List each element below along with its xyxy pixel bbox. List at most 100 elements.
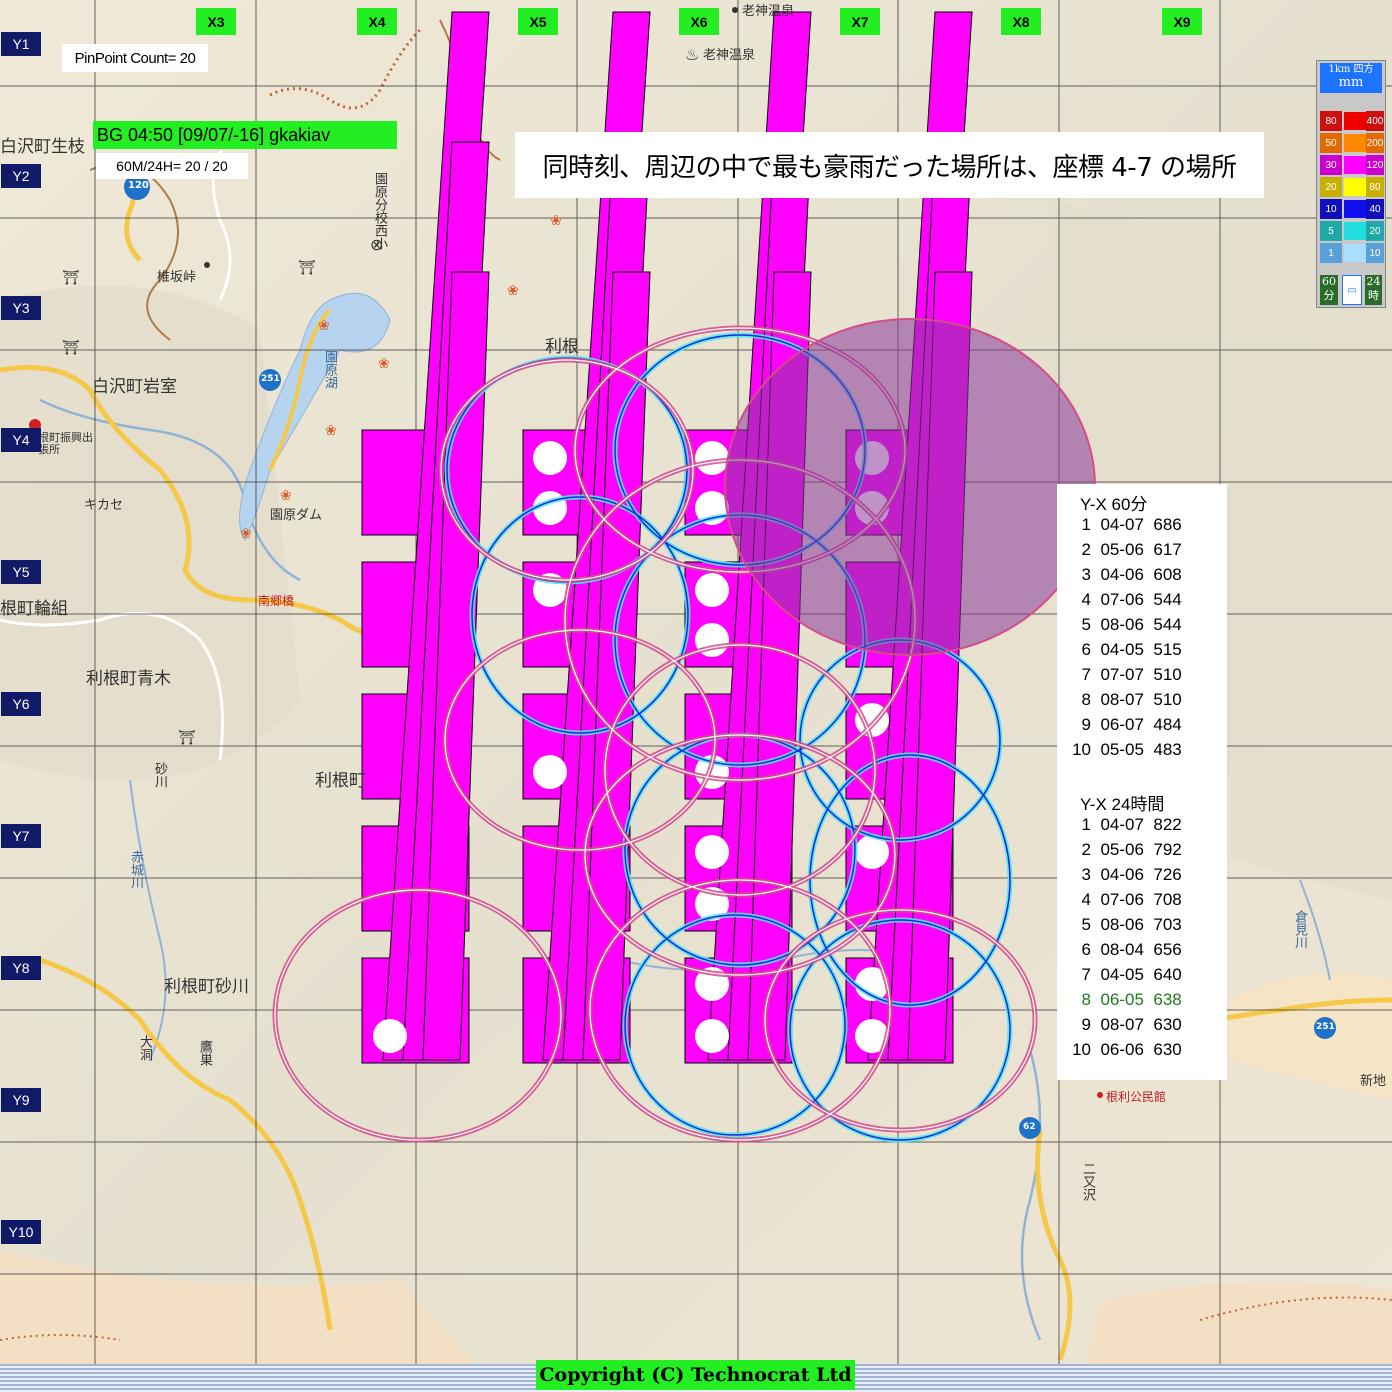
row-header-y4: Y4 [1, 428, 41, 452]
ranking-coord: 06-07 [1091, 715, 1144, 734]
copyright: Copyright (C) Technocrat Ltd [536, 1360, 855, 1390]
headline-banner: 同時刻、周辺の中で最も豪雨だった場所は、座標 4-7 の場所 [515, 132, 1264, 198]
ranking-coord: 05-05 [1091, 740, 1144, 759]
ranking-row: 4 07-06 544 [1071, 590, 1221, 610]
legend-swatch [1344, 112, 1366, 130]
shrine-icon: ⛩ [62, 340, 80, 356]
column-header-x9: X9 [1162, 8, 1202, 35]
ranking-value: 708 [1143, 890, 1182, 909]
shrine-icon: ⛩ [298, 260, 316, 276]
pinpoint [373, 1019, 407, 1053]
place-label: キカセ [84, 498, 124, 513]
shrine-icon: ⛩ [62, 270, 80, 286]
pinpoint [695, 1019, 729, 1053]
ranking-rank: 9 [1081, 1015, 1091, 1034]
place-label: 椎坂峠 [157, 270, 197, 285]
ranking-row: 5 08-06 703 [1071, 915, 1221, 935]
legend-60m-value: 5 [1320, 221, 1342, 241]
column-header-x3: X3 [196, 8, 236, 35]
ranking-coord: 05-06 [1091, 540, 1144, 559]
place-label: 赤城川 [128, 850, 143, 889]
flower-icon: ❀ [550, 213, 562, 229]
poi-icon [1097, 1092, 1103, 1098]
legend-60m-value: 10 [1320, 199, 1342, 219]
place-label: 南郷橋 [258, 594, 295, 608]
legend-60m-value: 50 [1320, 133, 1342, 153]
ranking-rank: 8 [1081, 690, 1091, 709]
place-label: 利根町砂川 [164, 977, 249, 997]
legend-24h-value: 20 [1366, 221, 1384, 241]
ranking-24-title: Y-X 24時間 [1080, 795, 1165, 814]
ranking-value: 510 [1143, 690, 1182, 709]
ranking-coord: 05-06 [1091, 840, 1144, 859]
ranking-rank: 4 [1081, 590, 1091, 609]
ranking-row: 4 07-06 708 [1071, 890, 1221, 910]
legend-60m-value: 20 [1320, 177, 1342, 197]
ranking-coord: 04-07 [1091, 515, 1144, 534]
ranking-value: 544 [1143, 590, 1182, 609]
ranking-rank: 1 [1081, 515, 1091, 534]
ranking-row: 5 08-06 544 [1071, 615, 1221, 635]
ranking-rank: 2 [1081, 540, 1091, 559]
place-label: 白沢町岩室 [92, 377, 177, 397]
ranking-rank: 7 [1081, 965, 1091, 984]
road-number: 62 [1023, 1122, 1036, 1132]
ranking-coord: 04-07 [1091, 815, 1144, 834]
timestamp-label: BG 04:50 [09/07/-16] gkakiav [93, 121, 397, 149]
place-label: 利根町青木 [86, 669, 171, 689]
road-number: 251 [261, 374, 280, 384]
ranking-coord: 04-06 [1091, 565, 1144, 584]
legend-row: 10 40 [1320, 199, 1384, 219]
ranking-coord: 06-05 [1091, 990, 1144, 1009]
ranking-coord: 07-06 [1091, 890, 1144, 909]
flower-icon: ❀ [240, 526, 252, 542]
count-label: 60M/24H= 20 / 20 [96, 153, 248, 179]
ranking-row: 9 06-07 484 [1071, 715, 1221, 735]
place-label: 利根 [545, 337, 579, 357]
hotspring-icon: ♨ [685, 45, 699, 64]
ranking-value: 686 [1143, 515, 1182, 534]
ranking-rank: 2 [1081, 840, 1091, 859]
ranking-row: 2 05-06 617 [1071, 540, 1221, 560]
row-header-y6: Y6 [1, 692, 41, 716]
legend-swatch [1344, 156, 1366, 174]
ranking-coord: 04-06 [1091, 865, 1144, 884]
ranking-row: 10 05-05 483 [1071, 740, 1221, 760]
ranking-rank: 3 [1081, 865, 1091, 884]
ranking-row: 1 04-07 686 [1071, 515, 1221, 535]
ranking-coord: 08-07 [1091, 1015, 1144, 1034]
place-label: 根町輪組 [0, 599, 68, 619]
legend-row: 20 80 [1320, 177, 1384, 197]
flower-icon: ❀ [378, 356, 390, 372]
ranking-value: 703 [1143, 915, 1182, 934]
ranking-row: 7 07-07 510 [1071, 665, 1221, 685]
place-label: 根利公民館 [1106, 1090, 1167, 1104]
row-header-y8: Y8 [1, 956, 41, 980]
ranking-value: 630 [1143, 1015, 1182, 1034]
ranking-rank: 5 [1081, 615, 1091, 634]
ranking-row: 8 06-05 638 [1071, 990, 1221, 1010]
ranking-value: 484 [1143, 715, 1182, 734]
ranking-coord: 04-05 [1091, 640, 1144, 659]
legend-swatch [1344, 222, 1366, 240]
row-header-y5: Y5 [1, 560, 41, 584]
ranking-value: 640 [1143, 965, 1182, 984]
ranking-row: 9 08-07 630 [1071, 1015, 1221, 1035]
road-number: 120 [128, 180, 149, 191]
legend-60m-value: 1 [1320, 243, 1342, 263]
legend-24h-value: 400 [1366, 111, 1384, 131]
ranking-value: 617 [1143, 540, 1182, 559]
ranking-value: 792 [1143, 840, 1182, 859]
toggle-icon[interactable]: ▭ [1342, 275, 1362, 305]
legend-24h-value: 200 [1366, 133, 1384, 153]
row-header-y9: Y9 [1, 1088, 41, 1112]
ranking-rank: 7 [1081, 665, 1091, 684]
flower-icon: ❀ [318, 318, 330, 334]
ranking-panel: Y-X 60分 1 04-07 686 2 05-06 617 3 04-06 60… [1057, 484, 1227, 1080]
row-header-y1: Y1 [1, 32, 41, 56]
legend-foot-60: 60分 [1320, 275, 1338, 305]
ranking-row: 2 05-06 792 [1071, 840, 1221, 860]
ranking-row: 10 06-06 630 [1071, 1040, 1221, 1060]
legend-unit: mm [1338, 75, 1364, 90]
place-label: 砂川 [152, 762, 167, 788]
